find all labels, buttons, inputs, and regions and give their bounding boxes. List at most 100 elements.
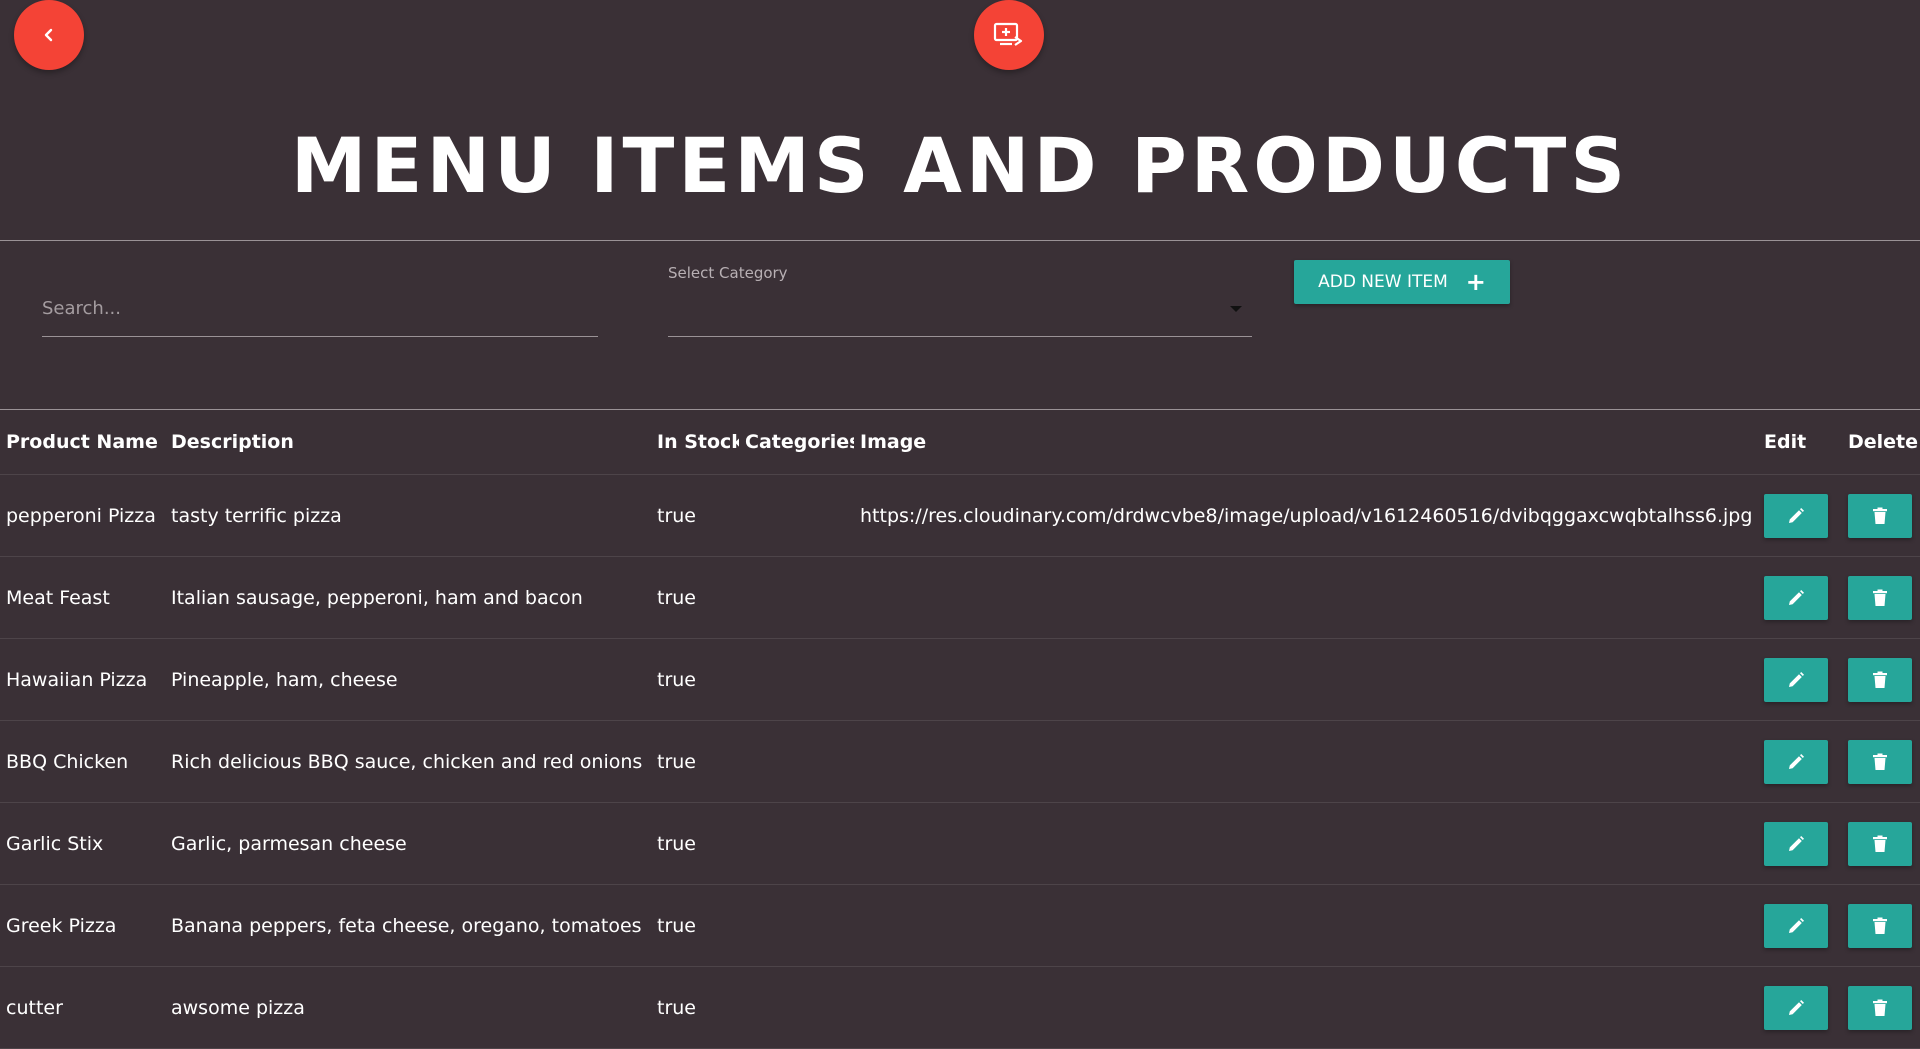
caret-down-icon: [1230, 306, 1242, 312]
in-stock-cell: true: [651, 556, 739, 639]
edit-cell: [1758, 474, 1842, 557]
add-new-item-button[interactable]: ADD NEW ITEM +: [1294, 260, 1510, 304]
in-stock-cell: true: [651, 966, 739, 1049]
product-name-cell: Garlic Stix: [0, 802, 165, 885]
back-button[interactable]: [14, 0, 84, 70]
pencil-icon: [1789, 507, 1804, 523]
delete-cell: [1842, 884, 1920, 967]
edit-button[interactable]: [1764, 903, 1828, 948]
edit-button[interactable]: [1764, 985, 1828, 1030]
product-name-cell: Meat Feast: [0, 556, 165, 639]
column-header-categories: Categories: [739, 410, 854, 475]
categories-cell: [739, 884, 854, 967]
categories-cell: [739, 556, 854, 639]
trash-icon: [1873, 671, 1887, 688]
display-screen-button[interactable]: [974, 0, 1044, 70]
edit-button[interactable]: [1764, 821, 1828, 866]
delete-button[interactable]: [1848, 821, 1912, 866]
chevron-left-icon: [44, 28, 53, 42]
column-header-description: Description: [165, 410, 651, 475]
delete-cell: [1842, 720, 1920, 803]
trash-icon: [1873, 917, 1887, 934]
description-cell: Rich delicious BBQ sauce, chicken and re…: [165, 720, 651, 803]
trash-icon: [1873, 999, 1887, 1016]
column-header-edit: Edit: [1758, 410, 1842, 475]
pencil-icon: [1789, 835, 1804, 851]
edit-button[interactable]: [1764, 493, 1828, 538]
table-header-row: Product Name Description In Stock Catego…: [0, 410, 1920, 475]
column-header-image: Image: [854, 410, 1758, 475]
column-header-delete: Delete: [1842, 410, 1920, 475]
product-name-cell: cutter: [0, 966, 165, 1049]
delete-cell: [1842, 474, 1920, 557]
description-cell: Banana peppers, feta cheese, oregano, to…: [165, 884, 651, 967]
add-new-item-label: ADD NEW ITEM: [1318, 272, 1448, 292]
edit-button[interactable]: [1764, 739, 1828, 784]
edit-cell: [1758, 638, 1842, 721]
description-cell: awsome pizza: [165, 966, 651, 1049]
edit-cell: [1758, 556, 1842, 639]
search-field[interactable]: [42, 280, 598, 337]
trash-icon: [1873, 589, 1887, 606]
delete-button[interactable]: [1848, 657, 1912, 702]
edit-cell: [1758, 802, 1842, 885]
product-name-cell: Greek Pizza: [0, 884, 165, 967]
categories-cell: [739, 638, 854, 721]
delete-cell: [1842, 802, 1920, 885]
image-url-cell: [854, 802, 1758, 885]
delete-button[interactable]: [1848, 985, 1912, 1030]
delete-button[interactable]: [1848, 903, 1912, 948]
table-row: Meat Feast Italian sausage, pepperoni, h…: [0, 556, 1920, 639]
in-stock-cell: true: [651, 884, 739, 967]
in-stock-cell: true: [651, 802, 739, 885]
edit-cell: [1758, 966, 1842, 1049]
delete-cell: [1842, 966, 1920, 1049]
image-url-cell: [854, 720, 1758, 803]
plus-icon: +: [1465, 268, 1486, 296]
table-row: Greek Pizza Banana peppers, feta cheese,…: [0, 884, 1920, 967]
delete-button[interactable]: [1848, 575, 1912, 620]
trash-icon: [1873, 835, 1887, 852]
in-stock-cell: true: [651, 720, 739, 803]
delete-cell: [1842, 638, 1920, 721]
image-url-cell: [854, 638, 1758, 721]
table-row: Garlic Stix Garlic, parmesan cheese true: [0, 802, 1920, 885]
search-input[interactable]: [42, 280, 598, 336]
column-header-product-name: Product Name: [0, 410, 165, 475]
category-select-label: Select Category: [668, 264, 788, 282]
product-name-cell: pepperoni Pizza: [0, 474, 165, 557]
edit-button[interactable]: [1764, 575, 1828, 620]
description-cell: Italian sausage, pepperoni, ham and baco…: [165, 556, 651, 639]
trash-icon: [1873, 753, 1887, 770]
image-url-cell: [854, 966, 1758, 1049]
delete-button[interactable]: [1848, 739, 1912, 784]
table-row: cutter awsome pizza true: [0, 966, 1920, 1049]
pencil-icon: [1789, 917, 1804, 933]
categories-cell: [739, 802, 854, 885]
delete-button[interactable]: [1848, 493, 1912, 538]
image-url-cell: [854, 556, 1758, 639]
category-select[interactable]: Select Category: [668, 262, 1252, 337]
description-cell: Garlic, parmesan cheese: [165, 802, 651, 885]
categories-cell: [739, 720, 854, 803]
categories-cell: [739, 474, 854, 557]
table-row: BBQ Chicken Rich delicious BBQ sauce, ch…: [0, 720, 1920, 803]
description-cell: tasty terrific pizza: [165, 474, 651, 557]
table-row: pepperoni Pizza tasty terrific pizza tru…: [0, 474, 1920, 557]
in-stock-cell: true: [651, 638, 739, 721]
image-url-cell: [854, 884, 1758, 967]
pencil-icon: [1789, 753, 1804, 769]
image-url-cell: https://res.cloudinary.com/drdwcvbe8/ima…: [854, 474, 1758, 557]
page-title: MENU ITEMS AND PRODUCTS: [290, 121, 1630, 210]
categories-cell: [739, 966, 854, 1049]
pencil-icon: [1789, 999, 1804, 1015]
product-name-cell: BBQ Chicken: [0, 720, 165, 803]
product-name-cell: Hawaiian Pizza: [0, 638, 165, 721]
in-stock-cell: true: [651, 474, 739, 557]
header-divider: [0, 240, 1920, 241]
table-row: Hawaiian Pizza Pineapple, ham, cheese tr…: [0, 638, 1920, 721]
trash-icon: [1873, 507, 1887, 524]
pencil-icon: [1789, 589, 1804, 605]
add-to-screen-icon: [993, 22, 1023, 46]
edit-button[interactable]: [1764, 657, 1828, 702]
